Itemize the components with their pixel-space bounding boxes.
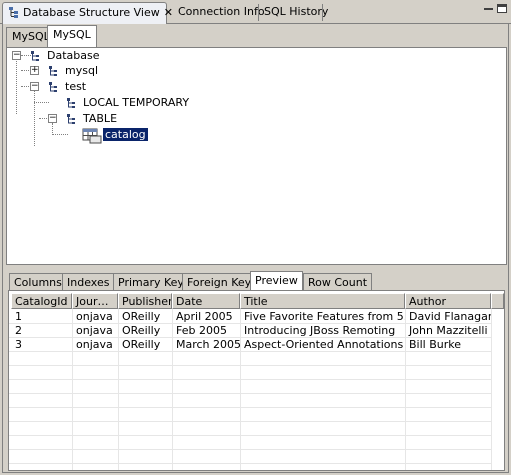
view-body: MySQL MySQL − Database + mysql − test LO… [2,24,509,473]
cell-journal: onjava [76,338,113,351]
column-header-date[interactable]: Date [172,293,240,309]
cell-catalogid: 3 [15,338,22,351]
tree-line [34,102,49,103]
tab-label: SQL History [264,5,329,18]
cell-author: David Flanagan [409,310,491,323]
grid-line [9,463,491,464]
tab-preview[interactable]: Preview [250,271,303,292]
cell-title: Five Favorite Features from 5.0 [244,310,405,323]
tab-separator [322,4,323,21]
tab-database-structure-view[interactable]: Database Structure View ✕ [2,2,173,24]
cell-date: Feb 2005 [176,324,227,337]
tab-connection-info[interactable]: Connection Info [173,2,270,24]
tree-line [52,134,68,135]
grid-line [9,421,491,422]
close-icon[interactable]: ✕ [164,6,173,19]
tree-line [34,91,35,146]
tree-hierarchy-icon [31,51,39,61]
database-structure-icon [9,7,18,18]
cell-publisher: OReilly [122,310,161,323]
tree-hierarchy-icon [67,114,75,124]
column-header-title[interactable]: Title [240,293,405,309]
tree-node-local-temporary[interactable]: LOCAL TEMPORARY [83,96,189,109]
column-header-author[interactable]: Author [405,293,491,309]
detail-tab-bar: Columns Indexes Primary Key Foreign Key … [6,271,507,292]
tab-label: Connection Info [178,5,265,18]
grid-line [9,407,491,408]
database-tree: − Database + mysql − test LOCAL TEMPORAR… [6,47,507,265]
grid-line [9,449,491,450]
cell-publisher: OReilly [122,338,161,351]
grid-line [9,365,491,366]
column-header-journal[interactable]: Jour… [72,293,118,309]
tree-hierarchy-icon [49,66,57,76]
tree-node-database[interactable]: Database [47,49,100,62]
expand-icon[interactable]: + [30,66,39,75]
cell-author: John Mazzitelli [409,324,488,337]
minimize-icon[interactable] [484,8,493,10]
cell-catalogid: 1 [15,310,22,323]
cell-author: Bill Burke [409,338,461,351]
tab-label: Database Structure View [23,6,160,19]
grid-line [9,393,491,394]
collapse-icon[interactable]: − [30,82,39,91]
tree-hierarchy-icon [49,82,57,92]
table-icon [82,128,102,144]
cell-title: Aspect-Oriented Annotations [244,338,404,351]
maximize-icon[interactable] [497,4,507,13]
cell-date: April 2005 [176,310,233,323]
column-header-catalogid[interactable]: CatalogId [11,293,72,309]
cell-journal: onjava [76,324,113,337]
tab-mysql-2[interactable]: MySQL [47,25,97,47]
tree-line [16,59,17,114]
view-tab-bar: Database Structure View ✕ Connection Info… [0,0,511,24]
cell-date: March 2005 [176,338,240,351]
collapse-icon[interactable]: − [12,51,21,60]
tree-node-table[interactable]: TABLE [83,112,117,125]
cell-publisher: OReilly [122,324,161,337]
tree-node-test[interactable]: test [65,80,86,93]
cell-catalogid: 2 [15,324,22,337]
tree-node-catalog[interactable]: catalog [103,128,148,141]
cell-journal: onjava [76,310,113,323]
grid-line [491,309,492,470]
tree-node-mysql[interactable]: mysql [65,64,98,77]
tree-hierarchy-icon [67,98,75,108]
collapse-icon[interactable]: − [48,114,57,123]
column-header-publisher[interactable]: Publisher [118,293,172,309]
cell-title: Introducing JBoss Remoting [244,324,396,337]
column-header-filler [491,293,504,309]
grid-line [9,379,491,380]
preview-table: CatalogId Jour… Publisher Date Title Aut… [8,290,505,471]
grid-line [9,435,491,436]
